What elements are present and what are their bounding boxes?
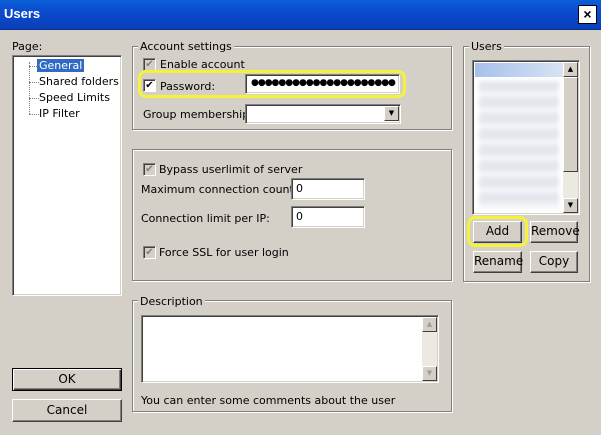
tree-connector [29,82,39,83]
rename-user-button[interactable]: Rename [473,251,524,273]
per-ip-limit-input[interactable]: 0 [291,206,365,228]
tree-item-ip-filter[interactable]: IP Filter [39,107,80,120]
close-icon: × [583,6,592,22]
copy-user-label: Copy [538,254,570,268]
user-item[interactable] [475,63,563,77]
users-scroll-up-button[interactable]: ▲ [563,62,578,77]
remove-user-label: Remove [531,224,580,238]
rename-user-label: Rename [474,254,524,268]
arrow-up-icon: ▲ [426,320,433,328]
description-title: Description [138,295,205,308]
users-title: Users [469,40,504,53]
copy-user-button[interactable]: Copy [530,251,578,273]
ok-label: OK [58,372,76,386]
users-scrollbar[interactable]: ▲ ▼ [563,62,578,213]
add-button-highlight [467,216,528,247]
check-icon: ✔ [145,59,154,70]
title-bar: Users × [0,0,601,30]
tree-item-shared-folders[interactable]: Shared folders [39,75,119,88]
per-ip-limit-value: 0 [296,210,303,223]
max-connection-value: 0 [296,182,303,195]
bypass-userlimit-label: Bypass userlimit of server [159,163,303,176]
window-title: Users [4,6,41,21]
force-ssl-label: Force SSL for user login [159,246,289,259]
bypass-userlimit-checkbox[interactable]: ✔ [143,163,156,176]
page-tree[interactable]: General Shared folders Speed Limits IP F… [12,55,122,296]
arrow-down-icon: ▼ [426,369,433,377]
page-label: Page: [12,40,43,53]
tree-item-speed-limits[interactable]: Speed Limits [39,91,110,104]
description-textarea[interactable]: ▲ ▼ [141,315,439,383]
group-membership-label: Group membership: [143,108,253,121]
description-hint: You can enter some comments about the us… [141,394,396,407]
users-scroll-thumb[interactable] [563,77,578,172]
check-icon: ✔ [145,247,154,258]
chevron-down-icon: ▼ [388,109,395,117]
description-scrollbar[interactable]: ▲ ▼ [422,317,437,381]
tree-connector [29,114,39,115]
check-icon: ✔ [145,164,154,175]
user-list-items-blurred [479,81,559,209]
cancel-label: Cancel [46,403,88,417]
close-button[interactable]: × [578,5,597,24]
arrow-down-icon: ▼ [567,201,574,209]
tree-connector [29,98,39,99]
group-membership-select[interactable]: ▼ [245,104,401,124]
tree-item-general[interactable]: General [37,59,85,72]
password-highlight [138,70,406,98]
max-connection-input[interactable]: 0 [291,178,365,200]
tree-connector [29,62,30,114]
users-scroll-down-button[interactable]: ▼ [563,198,578,213]
cancel-button[interactable]: Cancel [12,399,122,422]
dropdown-button[interactable]: ▼ [384,106,399,121]
arrow-up-icon: ▲ [567,65,574,73]
max-connection-label: Maximum connection count: [141,183,298,196]
scroll-up-button[interactable]: ▲ [422,317,437,332]
scroll-down-button[interactable]: ▼ [422,366,437,381]
remove-user-button[interactable]: Remove [530,221,580,243]
per-ip-limit-label: Connection limit per IP: [141,212,270,225]
users-list[interactable]: ▲ ▼ [472,60,580,215]
ok-button[interactable]: OK [12,368,122,391]
force-ssl-checkbox[interactable]: ✔ [143,246,156,259]
account-settings-title: Account settings [138,40,234,53]
